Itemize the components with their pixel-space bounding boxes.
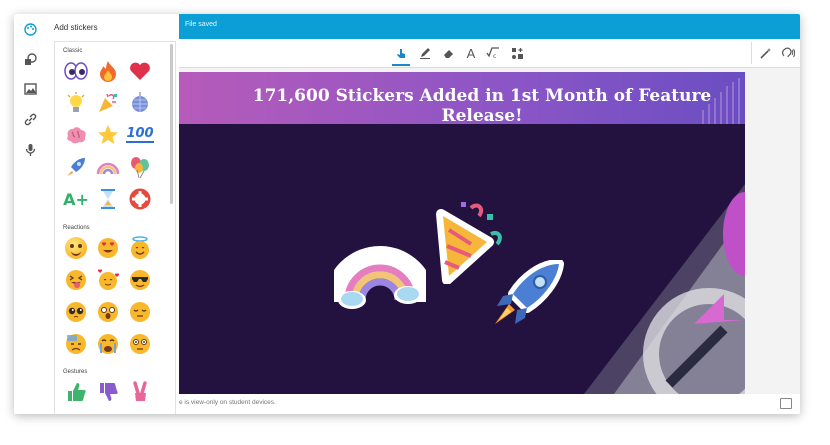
sticker-pleading[interactable] xyxy=(63,299,89,325)
shapes-panel-icon[interactable] xyxy=(21,50,39,68)
sticker-heart-eyes[interactable] xyxy=(95,235,121,261)
corner-graphic xyxy=(584,184,745,394)
svg-text:c: c xyxy=(493,53,496,59)
sticker-party-popper[interactable] xyxy=(95,90,121,116)
canvas-area: 171,600 Stickers Added in 1st Month of F… xyxy=(179,68,800,394)
section-gestures: Gestures xyxy=(63,369,88,375)
sticker-sunglasses[interactable] xyxy=(127,267,153,293)
app-window: File saved A c 171,600 Stickers Added in… xyxy=(14,14,800,414)
sticker-heart[interactable] xyxy=(127,58,153,84)
save-status: File saved xyxy=(185,21,217,28)
sticker-smile[interactable] xyxy=(63,235,89,261)
sticker-thumbs-down[interactable] xyxy=(95,379,121,405)
feedback-icon[interactable] xyxy=(780,398,792,409)
image-icon[interactable] xyxy=(21,80,39,98)
sticker-victory[interactable] xyxy=(127,379,153,405)
sticker-balloons[interactable] xyxy=(127,154,153,180)
sticker-hourglass[interactable] xyxy=(95,186,121,212)
slide-banner: 171,600 Stickers Added in 1st Month of F… xyxy=(179,72,745,126)
section-reactions: Reactions xyxy=(63,225,90,231)
touch-icon[interactable] xyxy=(392,44,410,66)
sticker-rocket[interactable] xyxy=(63,154,89,180)
magic-wand-icon[interactable] xyxy=(756,44,774,62)
sticker-life-ring[interactable] xyxy=(127,186,153,212)
eraser-icon[interactable] xyxy=(440,44,458,62)
sticker-panel: Add stickers Classic 100 A+ Reactions Ge… xyxy=(46,14,179,414)
footer-bar: e is view-only on student devices. xyxy=(179,394,800,414)
sticker-hearts-face[interactable] xyxy=(95,267,121,293)
sticker-flushed[interactable] xyxy=(127,331,153,357)
aplus-text: A+ xyxy=(63,189,89,209)
hundred-text: 100 xyxy=(126,126,154,143)
sticker-surprised[interactable] xyxy=(95,299,121,325)
palette-icon[interactable] xyxy=(21,20,39,38)
link-icon[interactable] xyxy=(21,110,39,128)
pen-icon[interactable] xyxy=(416,44,434,62)
text-icon[interactable]: A xyxy=(462,44,480,62)
sticker-a-plus[interactable]: A+ xyxy=(63,186,89,212)
sticker-relieved[interactable] xyxy=(127,299,153,325)
sticker-scrollbar[interactable] xyxy=(170,44,173,204)
sticker-tongue-wink[interactable] xyxy=(63,267,89,293)
sticker-halo[interactable] xyxy=(127,235,153,261)
sticker-lightbulb[interactable] xyxy=(63,90,89,116)
view-only-note: e is view-only on student devices. xyxy=(179,399,276,406)
left-rail xyxy=(14,14,46,414)
slide-canvas[interactable]: 171,600 Stickers Added in 1st Month of F… xyxy=(179,72,745,394)
slide-title: 171,600 Stickers Added in 1st Month of F… xyxy=(252,86,712,126)
rocket-sticker[interactable] xyxy=(485,260,565,336)
sticker-crying[interactable] xyxy=(95,331,121,357)
sticker-brain[interactable] xyxy=(63,122,89,148)
immersive-reader-icon[interactable] xyxy=(779,44,797,62)
panel-title: Add stickers xyxy=(54,23,98,32)
toolbar-divider xyxy=(751,42,752,64)
sticker-hundred[interactable]: 100 xyxy=(126,122,154,148)
sticker-thumbs-up[interactable] xyxy=(63,379,89,405)
sticker-fire[interactable] xyxy=(95,58,121,84)
math-icon[interactable]: c xyxy=(484,44,502,62)
section-classic: Classic xyxy=(63,48,83,54)
sticker-sweat[interactable] xyxy=(63,331,89,357)
shapes-icon[interactable] xyxy=(508,44,526,62)
sticker-rainbow[interactable] xyxy=(95,154,121,180)
sticker-disco-ball[interactable] xyxy=(127,90,153,116)
sticker-eyes[interactable] xyxy=(63,58,89,84)
sticker-star[interactable] xyxy=(95,122,121,148)
microphone-icon[interactable] xyxy=(21,140,39,158)
rainbow-sticker[interactable] xyxy=(334,240,426,314)
sticker-grid: Classic 100 A+ Reactions Gestures xyxy=(54,41,176,414)
